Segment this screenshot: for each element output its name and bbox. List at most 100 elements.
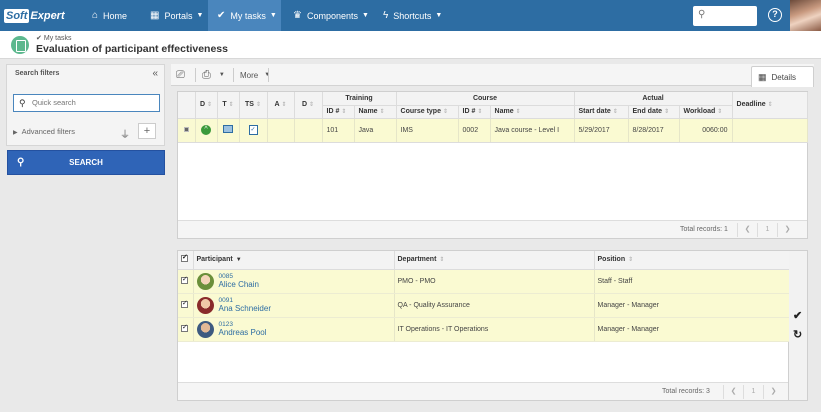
row-checkbox[interactable] bbox=[181, 275, 188, 284]
participant-text: 0085 Alice Chain bbox=[219, 273, 259, 289]
sort-icon: ⇕ bbox=[439, 257, 445, 264]
participant-name[interactable]: Andreas Pool bbox=[219, 328, 267, 337]
nav-portals[interactable]: ▦ Portals ▼ bbox=[150, 0, 203, 31]
search-button[interactable]: ⚲ SEARCH bbox=[7, 150, 165, 175]
row-select-cell[interactable] bbox=[178, 118, 196, 143]
row-checkbox[interactable] bbox=[181, 323, 188, 332]
nav-components[interactable]: ♛ Components ▼ bbox=[293, 0, 369, 31]
cell-d: ^ bbox=[195, 118, 218, 143]
sort-icon: ⇕ bbox=[309, 102, 315, 109]
participant-id: 0091 bbox=[218, 297, 233, 304]
column-header-d-label: D bbox=[199, 101, 206, 109]
refresh-icon[interactable]: ↻ bbox=[793, 328, 802, 341]
row-checkbox[interactable] bbox=[181, 299, 188, 308]
global-search-input[interactable]: ⚲ bbox=[693, 6, 757, 26]
avatar bbox=[196, 320, 214, 338]
search-icon: ⚲ bbox=[698, 9, 706, 20]
column-header-course-name[interactable]: Name ⇕ bbox=[490, 105, 575, 119]
column-header-training-name[interactable]: Name ⇕ bbox=[354, 105, 397, 119]
column-header-participant[interactable]: Participant ▼ bbox=[193, 251, 395, 270]
prev-page-button[interactable]: ❮ bbox=[737, 223, 757, 237]
page-number[interactable]: 1 bbox=[757, 223, 777, 237]
select-all-checkbox[interactable] bbox=[181, 253, 188, 263]
collapse-panel-icon[interactable]: « bbox=[152, 68, 158, 79]
column-header-d2[interactable]: D ⇕ bbox=[294, 92, 323, 119]
confirm-check-icon[interactable]: ✔ bbox=[793, 309, 802, 322]
cell-participant: 0123 Andreas Pool bbox=[193, 317, 395, 342]
table-row[interactable]: 0085 Alice Chain PMO - PMO Staff - Staff bbox=[178, 269, 791, 294]
details-tab-label: Details bbox=[771, 72, 796, 82]
nav-my-tasks-label: My tasks bbox=[230, 10, 266, 21]
select-all-header[interactable] bbox=[178, 251, 194, 270]
nav-home[interactable]: ⌂ Home bbox=[92, 0, 127, 31]
cell-t bbox=[217, 118, 240, 143]
cell-start-date: 5/29/2017 bbox=[574, 118, 629, 143]
clear-filter-icon[interactable]: ⏚ bbox=[120, 126, 130, 141]
toolbar-divider bbox=[268, 68, 269, 82]
participants-grid: Participant▼ Department⇕ Position⇕ 0085 … bbox=[177, 250, 791, 401]
print-button[interactable]: ⎙ ▼ bbox=[202, 67, 225, 83]
task-form-icon bbox=[11, 36, 29, 54]
column-header-course-id[interactable]: ID # ⇕ bbox=[458, 105, 491, 119]
column-header-training-id[interactable]: ID # ⇕ bbox=[322, 105, 355, 119]
column-header-a[interactable]: A ⇕ bbox=[267, 92, 295, 119]
participants-table: Participant▼ Department⇕ Position⇕ 0085 … bbox=[178, 251, 791, 342]
group-header-actual: Actual bbox=[574, 92, 733, 106]
select-column-header bbox=[178, 92, 196, 119]
column-header-deadline-label: Deadline bbox=[736, 101, 766, 109]
row-checkbox-cell[interactable] bbox=[178, 317, 194, 342]
check-icon: ✔ bbox=[217, 10, 226, 21]
check-icon: ✔ bbox=[36, 35, 42, 42]
cell-position: Staff - Staff bbox=[594, 269, 791, 294]
column-header-start-date[interactable]: Start date ⇕ bbox=[574, 105, 629, 119]
quick-search-field[interactable]: ⚲ bbox=[13, 94, 160, 112]
add-filter-button[interactable]: + bbox=[138, 123, 156, 139]
column-header-department[interactable]: Department ⇕ bbox=[394, 251, 595, 270]
quick-search-input[interactable] bbox=[32, 98, 152, 107]
user-avatar[interactable] bbox=[790, 0, 821, 31]
column-header-workload[interactable]: Workload ⇕ bbox=[679, 105, 733, 119]
page-number[interactable]: 1 bbox=[743, 385, 763, 399]
nav-shortcuts[interactable]: ϟ Shortcuts ▼ bbox=[383, 0, 442, 31]
column-header-position[interactable]: Position ⇕ bbox=[594, 251, 791, 270]
row-checkbox-cell[interactable] bbox=[178, 293, 194, 318]
column-header-ts[interactable]: TS ⇕ bbox=[239, 92, 268, 119]
sort-icon: ⇕ bbox=[515, 109, 521, 115]
row-checkbox-cell[interactable] bbox=[178, 269, 194, 294]
total-records: Total records: 3 bbox=[662, 388, 710, 395]
column-header-d[interactable]: D ⇕ bbox=[195, 92, 218, 119]
nav-my-tasks[interactable]: ✔ My tasks ▼ bbox=[208, 0, 281, 31]
advanced-filters-label: Advanced filters bbox=[21, 127, 75, 136]
cell-course-name: Java course - Level I bbox=[490, 118, 575, 143]
nav-portals-label: Portals bbox=[164, 10, 193, 21]
sort-descending-icon: ▼ bbox=[235, 257, 242, 264]
column-header-course-type[interactable]: Course type ⇕ bbox=[396, 105, 459, 119]
next-page-button[interactable]: ❯ bbox=[777, 223, 797, 237]
breadcrumb[interactable]: ✔ My tasks bbox=[36, 34, 72, 42]
prev-page-button[interactable]: ❮ bbox=[723, 385, 743, 399]
pagination: ❮ 1 ❯ bbox=[723, 385, 783, 399]
help-icon[interactable]: ? bbox=[768, 8, 782, 22]
view-button[interactable]: ⎚ bbox=[176, 67, 185, 83]
table-row[interactable]: 0091 Ana Schneider QA - Quality Assuranc… bbox=[178, 293, 791, 318]
column-header-t-label: T bbox=[222, 101, 227, 109]
column-header-deadline[interactable]: Deadline ⇕ bbox=[732, 92, 808, 119]
participant-name[interactable]: Ana Schneider bbox=[219, 304, 271, 313]
cell-course-type: IMS bbox=[396, 118, 459, 143]
advanced-filters-toggle[interactable]: ▶ Advanced filters bbox=[13, 127, 75, 136]
more-button[interactable]: More▼ bbox=[240, 67, 270, 83]
next-page-button[interactable]: ❯ bbox=[763, 385, 783, 399]
softexpert-logo[interactable]: Soft Expert bbox=[4, 7, 78, 24]
page-title: Evaluation of participant effectiveness bbox=[36, 43, 228, 55]
search-filters-panel: Search filters « ⚲ ▶Advanced filters ⏚ + bbox=[6, 64, 165, 146]
sort-icon: ⇕ bbox=[341, 109, 347, 115]
participant-info: 0085 Alice Chain bbox=[196, 272, 394, 290]
column-header-end-date[interactable]: End date ⇕ bbox=[628, 105, 680, 119]
column-header-training-id-label: ID # bbox=[326, 108, 340, 115]
cell-a bbox=[267, 118, 295, 143]
table-row[interactable]: ^ ✓ 101 Java IMS 0002 Java course - Leve… bbox=[178, 118, 808, 143]
tab-details[interactable]: ▦ Details bbox=[751, 66, 814, 87]
column-header-t[interactable]: T ⇕ bbox=[217, 92, 240, 119]
table-row[interactable]: 0123 Andreas Pool IT Operations - IT Ope… bbox=[178, 317, 791, 342]
participant-name[interactable]: Alice Chain bbox=[219, 280, 259, 289]
